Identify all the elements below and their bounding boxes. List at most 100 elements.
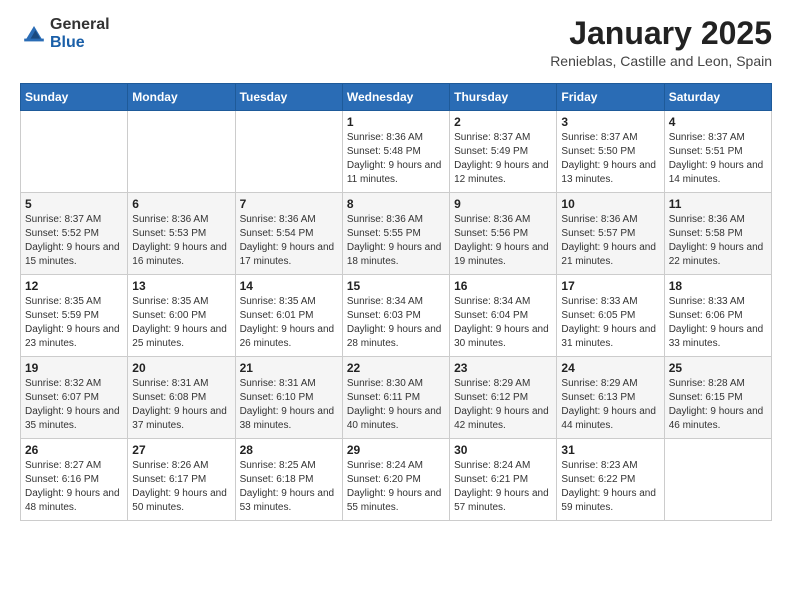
calendar-cell: 30 Sunrise: 8:24 AMSunset: 6:21 PMDayligh… [450,439,557,521]
cell-details: Sunrise: 8:30 AMSunset: 6:11 PMDaylight:… [347,377,445,433]
day-header-sunday: Sunday [21,84,128,111]
day-number: 8 [347,197,445,211]
cell-details: Sunrise: 8:32 AMSunset: 6:07 PMDaylight:… [25,377,123,433]
calendar-cell: 15 Sunrise: 8:34 AMSunset: 6:03 PMDayligh… [342,275,449,357]
day-number: 6 [132,197,230,211]
cell-details: Sunrise: 8:36 AMSunset: 5:48 PMDaylight:… [347,131,445,187]
calendar-cell: 29 Sunrise: 8:24 AMSunset: 6:20 PMDayligh… [342,439,449,521]
cell-details: Sunrise: 8:37 AMSunset: 5:51 PMDaylight:… [669,131,767,187]
header: General Blue January 2025 Renieblas, Cas… [20,16,772,69]
calendar-cell: 19 Sunrise: 8:32 AMSunset: 6:07 PMDayligh… [21,357,128,439]
cell-details: Sunrise: 8:36 AMSunset: 5:57 PMDaylight:… [561,213,659,269]
calendar-cell: 12Sunrise: 8:35 AMSunset: 5:59 PMDayligh… [21,275,128,357]
logo-icon [20,19,48,47]
cell-details: Sunrise: 8:24 AMSunset: 6:20 PMDaylight:… [347,459,445,515]
cell-details: Sunrise: 8:31 AMSunset: 6:10 PMDaylight:… [240,377,338,433]
calendar-cell: 4Sunrise: 8:37 AMSunset: 5:51 PMDaylight… [664,111,771,193]
cell-details: Sunrise: 8:36 AMSunset: 5:58 PMDaylight:… [669,213,767,269]
day-number: 3 [561,115,659,129]
week-row-2: 5Sunrise: 8:37 AMSunset: 5:52 PMDaylight… [21,193,772,275]
calendar-cell: 11Sunrise: 8:36 AMSunset: 5:58 PMDayligh… [664,193,771,275]
day-header-wednesday: Wednesday [342,84,449,111]
cell-details: Sunrise: 8:37 AMSunset: 5:50 PMDaylight:… [561,131,659,187]
header-row: SundayMondayTuesdayWednesdayThursdayFrid… [21,84,772,111]
cell-details: Sunrise: 8:37 AMSunset: 5:49 PMDaylight:… [454,131,552,187]
day-number: 2 [454,115,552,129]
week-row-3: 12Sunrise: 8:35 AMSunset: 5:59 PMDayligh… [21,275,772,357]
day-number: 17 [561,279,659,293]
calendar-cell: 6 Sunrise: 8:36 AMSunset: 5:53 PMDaylight… [128,193,235,275]
calendar-cell: 27Sunrise: 8:26 AMSunset: 6:17 PMDayligh… [128,439,235,521]
cell-details: Sunrise: 8:24 AMSunset: 6:21 PMDaylight:… [454,459,552,515]
cell-details: Sunrise: 8:29 AMSunset: 6:13 PMDaylight:… [561,377,659,433]
cell-details: Sunrise: 8:34 AMSunset: 6:03 PMDaylight:… [347,295,445,351]
calendar-cell: 1 Sunrise: 8:36 AMSunset: 5:48 PMDaylight… [342,111,449,193]
cell-details: Sunrise: 8:33 AMSunset: 6:06 PMDaylight:… [669,295,767,351]
cell-details: Sunrise: 8:36 AMSunset: 5:54 PMDaylight:… [240,213,338,269]
day-header-saturday: Saturday [664,84,771,111]
logo: General Blue [20,16,110,51]
calendar-cell: 28 Sunrise: 8:25 AMSunset: 6:18 PMDayligh… [235,439,342,521]
day-number: 27 [132,443,230,457]
calendar-cell: 31Sunrise: 8:23 AMSunset: 6:22 PMDayligh… [557,439,664,521]
day-number: 30 [454,443,552,457]
day-header-friday: Friday [557,84,664,111]
day-number: 19 [25,361,123,375]
day-header-thursday: Thursday [450,84,557,111]
day-number: 14 [240,279,338,293]
cell-details: Sunrise: 8:35 AMSunset: 6:00 PMDaylight:… [132,295,230,351]
calendar-cell [128,111,235,193]
cell-details: Sunrise: 8:33 AMSunset: 6:05 PMDaylight:… [561,295,659,351]
day-number: 28 [240,443,338,457]
cell-details: Sunrise: 8:29 AMSunset: 6:12 PMDaylight:… [454,377,552,433]
day-number: 21 [240,361,338,375]
calendar-cell: 7 Sunrise: 8:36 AMSunset: 5:54 PMDaylight… [235,193,342,275]
calendar-cell: 23 Sunrise: 8:29 AMSunset: 6:12 PMDayligh… [450,357,557,439]
day-number: 12 [25,279,123,293]
calendar-cell: 8 Sunrise: 8:36 AMSunset: 5:55 PMDaylight… [342,193,449,275]
day-header-monday: Monday [128,84,235,111]
day-number: 25 [669,361,767,375]
calendar-cell [664,439,771,521]
cell-details: Sunrise: 8:25 AMSunset: 6:18 PMDaylight:… [240,459,338,515]
calendar-cell: 24 Sunrise: 8:29 AMSunset: 6:13 PMDayligh… [557,357,664,439]
day-number: 26 [25,443,123,457]
location: Renieblas, Castille and Leon, Spain [550,53,772,69]
day-number: 1 [347,115,445,129]
day-number: 20 [132,361,230,375]
day-number: 16 [454,279,552,293]
calendar-cell: 13Sunrise: 8:35 AMSunset: 6:00 PMDayligh… [128,275,235,357]
calendar-cell: 3 Sunrise: 8:37 AMSunset: 5:50 PMDaylight… [557,111,664,193]
cell-details: Sunrise: 8:36 AMSunset: 5:56 PMDaylight:… [454,213,552,269]
day-number: 31 [561,443,659,457]
cell-details: Sunrise: 8:35 AMSunset: 6:01 PMDaylight:… [240,295,338,351]
calendar-cell [21,111,128,193]
page: General Blue January 2025 Renieblas, Cas… [0,0,792,537]
day-number: 22 [347,361,445,375]
month-title: January 2025 [550,16,772,51]
calendar-cell: 14 Sunrise: 8:35 AMSunset: 6:01 PMDayligh… [235,275,342,357]
cell-details: Sunrise: 8:34 AMSunset: 6:04 PMDaylight:… [454,295,552,351]
week-row-4: 19 Sunrise: 8:32 AMSunset: 6:07 PMDayligh… [21,357,772,439]
cell-details: Sunrise: 8:31 AMSunset: 6:08 PMDaylight:… [132,377,230,433]
day-number: 7 [240,197,338,211]
calendar-cell: 22 Sunrise: 8:30 AMSunset: 6:11 PMDayligh… [342,357,449,439]
cell-details: Sunrise: 8:36 AMSunset: 5:53 PMDaylight:… [132,213,230,269]
calendar-cell: 2 Sunrise: 8:37 AMSunset: 5:49 PMDaylight… [450,111,557,193]
calendar-cell: 10Sunrise: 8:36 AMSunset: 5:57 PMDayligh… [557,193,664,275]
day-number: 15 [347,279,445,293]
cell-details: Sunrise: 8:36 AMSunset: 5:55 PMDaylight:… [347,213,445,269]
day-number: 18 [669,279,767,293]
day-number: 23 [454,361,552,375]
cell-details: Sunrise: 8:28 AMSunset: 6:15 PMDaylight:… [669,377,767,433]
calendar-cell: 5Sunrise: 8:37 AMSunset: 5:52 PMDaylight… [21,193,128,275]
day-number: 9 [454,197,552,211]
cell-details: Sunrise: 8:27 AMSunset: 6:16 PMDaylight:… [25,459,123,515]
calendar-cell: 9 Sunrise: 8:36 AMSunset: 5:56 PMDaylight… [450,193,557,275]
day-number: 29 [347,443,445,457]
logo-blue-text: Blue [50,34,110,52]
day-number: 5 [25,197,123,211]
calendar-table: SundayMondayTuesdayWednesdayThursdayFrid… [20,83,772,521]
day-number: 24 [561,361,659,375]
calendar-cell: 25 Sunrise: 8:28 AMSunset: 6:15 PMDayligh… [664,357,771,439]
